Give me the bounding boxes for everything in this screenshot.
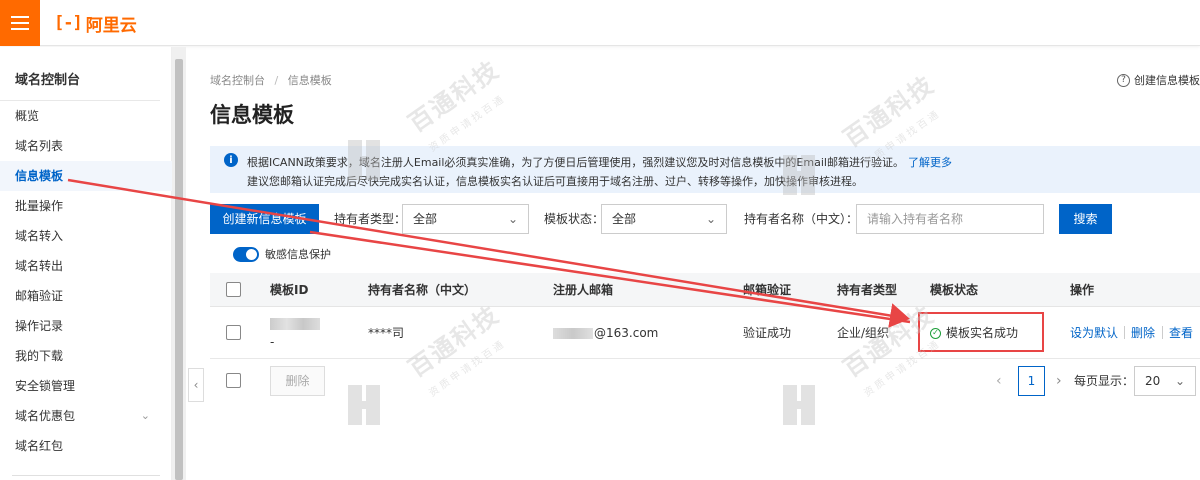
holder-type-value: 全部 — [413, 212, 438, 226]
sidebar-scrollbar[interactable] — [172, 47, 186, 480]
notice-line-2: 建议您邮箱认证完成后尽快完成实名认证，信息模板实名认证后可直接用于域名注册、过户… — [247, 175, 863, 188]
breadcrumb-current: 信息模板 — [287, 74, 332, 87]
page-title: 信息模板 — [210, 103, 294, 127]
template-id-suffix: - — [270, 335, 275, 349]
holder-name-label: 持有者名称（中文）： — [744, 212, 859, 226]
holder-name-input-wrapper — [856, 204, 1044, 234]
sidebar-item-my-downloads[interactable]: 我的下载 — [0, 341, 172, 371]
batch-delete-button[interactable]: 删除 — [270, 366, 325, 396]
email-redacted — [553, 328, 593, 339]
hamburger-menu-icon[interactable] — [0, 0, 40, 46]
row-checkbox[interactable] — [226, 325, 241, 340]
column-header-holder-type: 持有者类型 — [837, 283, 898, 297]
check-circle-icon: ✓ — [930, 327, 941, 339]
sidebar-title: 域名控制台 — [15, 73, 81, 88]
breadcrumb: 域名控制台 / 信息模板 — [210, 72, 332, 88]
footer-select-all-checkbox[interactable] — [226, 373, 241, 388]
table-header: 模板ID 持有者名称（中文） 注册人邮箱 邮箱验证 持有者类型 模板状态 操作 — [210, 273, 1200, 307]
template-status-value: 全部 — [612, 212, 637, 226]
holder-type-select[interactable]: 全部 ⌄ — [402, 204, 529, 234]
breadcrumb-separator: / — [274, 74, 279, 87]
privacy-toggle-switch[interactable] — [233, 246, 259, 262]
chevron-down-icon: ⌄ — [705, 212, 716, 226]
aliyun-logo-text: 阿里云 — [85, 15, 137, 36]
template-status-select[interactable]: 全部 ⌄ — [601, 204, 727, 234]
chevron-down-icon: ⌄ — [1174, 374, 1185, 388]
aliyun-logo[interactable]: [-] 阿里云 — [54, 12, 137, 36]
holder-type-label: 持有者类型： — [334, 212, 407, 226]
sidebar-item-domain-list[interactable]: 域名列表 — [0, 131, 172, 161]
chevron-left-icon[interactable]: ‹ — [996, 366, 1002, 396]
privacy-toggle-label: 敏感信息保护 — [265, 248, 331, 261]
page-size-select[interactable]: 20 ⌄ — [1134, 366, 1196, 396]
sidebar-item-label: 域名优惠包 — [15, 409, 76, 423]
column-header-email: 注册人邮箱 — [553, 283, 614, 297]
sidebar-item-operation-log[interactable]: 操作记录 — [0, 311, 172, 341]
scrollbar-thumb[interactable] — [175, 59, 183, 480]
page-size-value: 20 — [1145, 374, 1161, 388]
chevron-right-icon[interactable]: › — [1056, 366, 1062, 396]
set-default-link[interactable]: 设为默认 — [1070, 307, 1118, 359]
filter-bar: 创建新信息模板 持有者类型： 全部 ⌄ 模板状态： 全部 ⌄ 持有者名称（中文）… — [210, 204, 1200, 234]
sidebar: 域名控制台 概览 域名列表 信息模板 批量操作 域名转入 域名转出 邮箱验证 操… — [0, 47, 172, 480]
view-link[interactable]: 查看 — [1169, 307, 1193, 359]
table-footer: 删除 ‹ 1 › 每页显示： 20 ⌄ — [210, 366, 1200, 398]
sidebar-item-transfer-in[interactable]: 域名转入 — [0, 221, 172, 251]
top-bar: [-] 阿里云 — [0, 0, 1200, 46]
column-header-email-verification: 邮箱验证 — [743, 283, 792, 297]
status-badge: 模板实名成功 — [946, 326, 1019, 340]
sidebar-item-security-lock[interactable]: 安全锁管理 — [0, 371, 172, 401]
sidebar-item-overview[interactable]: 概览 — [0, 101, 172, 131]
chevron-down-icon: ⌄ — [140, 409, 150, 422]
email-verification-cell: 验证成功 — [743, 326, 792, 340]
info-icon: i — [224, 153, 238, 167]
email-cell: @163.com — [553, 307, 658, 359]
privacy-toggle-row: 敏感信息保护 — [233, 246, 331, 262]
page-size-label: 每页显示： — [1074, 374, 1135, 388]
breadcrumb-root[interactable]: 域名控制台 — [210, 74, 265, 87]
column-header-actions: 操作 — [1070, 283, 1095, 297]
template-status-label: 模板状态： — [544, 212, 605, 226]
select-all-checkbox[interactable] — [226, 282, 241, 297]
email-suffix: @163.com — [594, 326, 659, 340]
question-circle-icon: ? — [1117, 73, 1130, 87]
learn-more-link[interactable]: 了解更多 — [908, 156, 952, 169]
table-row: - ****司 @163.com 验证成功 企业/组织 ✓ 模板实名成功 设为默… — [210, 307, 1200, 359]
holder-type-cell: 企业/组织 — [837, 326, 890, 340]
help-link-label: 创建信息模板 — [1134, 74, 1200, 87]
column-header-holder-name: 持有者名称（中文） — [368, 283, 477, 297]
chevron-down-icon: ⌄ — [507, 212, 518, 226]
action-separator — [1162, 326, 1163, 339]
sidebar-item-email-verification[interactable]: 邮箱验证 — [0, 281, 172, 311]
column-header-template-id: 模板ID — [270, 283, 309, 297]
action-separator — [1124, 326, 1125, 339]
sidebar-item-domain-packages[interactable]: 域名优惠包 ⌄ — [0, 401, 172, 431]
notice-line-1: 根据ICANN政策要求，域名注册人Email必须真实准确，为了方便日后管理使用，… — [247, 154, 952, 170]
holder-name-input[interactable] — [857, 205, 1043, 233]
template-id-redacted — [270, 318, 320, 330]
sidebar-item-batch-operations[interactable]: 批量操作 — [0, 191, 172, 221]
notice-text-1: 根据ICANN政策要求，域名注册人Email必须真实准确，为了方便日后管理使用，… — [247, 156, 904, 169]
sidebar-item-info-template[interactable]: 信息模板 — [0, 161, 172, 191]
create-template-help-link[interactable]: ? 创建信息模板 — [1117, 72, 1200, 88]
sidebar-bottom-divider — [12, 475, 160, 476]
holder-name-cell: ****司 — [368, 326, 405, 340]
main-content: 域名控制台 / 信息模板 ? 创建信息模板 信息模板 i 根据ICANN政策要求… — [186, 47, 1200, 480]
search-button[interactable]: 搜索 — [1059, 204, 1112, 234]
sidebar-item-red-packets[interactable]: 域名红包 — [0, 431, 172, 461]
delete-link[interactable]: 删除 — [1131, 307, 1155, 359]
notice-banner: i 根据ICANN政策要求，域名注册人Email必须真实准确，为了方便日后管理使… — [210, 146, 1200, 193]
sidebar-item-transfer-out[interactable]: 域名转出 — [0, 251, 172, 281]
pagination-page-1[interactable]: 1 — [1018, 366, 1045, 396]
create-template-button[interactable]: 创建新信息模板 — [210, 204, 319, 234]
aliyun-logo-mark: [-] — [54, 13, 83, 33]
column-header-template-status: 模板状态 — [930, 283, 979, 297]
sidebar-menu: 概览 域名列表 信息模板 批量操作 域名转入 域名转出 邮箱验证 操作记录 我的… — [0, 101, 172, 461]
status-cell: ✓ 模板实名成功 — [930, 307, 1018, 359]
